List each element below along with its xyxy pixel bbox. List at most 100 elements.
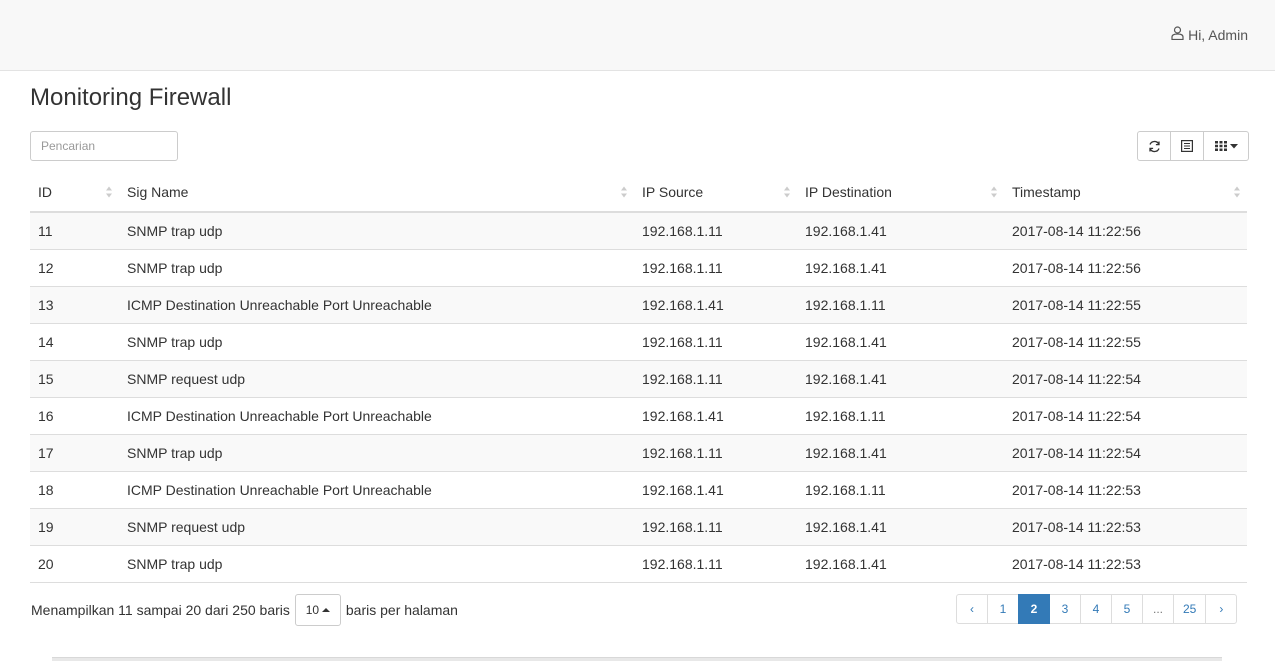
page-title: Monitoring Firewall (30, 84, 232, 111)
pagination-page[interactable]: 25 (1173, 594, 1207, 624)
user-greeting: Hi, Admin (1188, 26, 1248, 43)
firewall-table: ID Sig Name IP Source IP Destination Tim… (30, 172, 1247, 583)
cell-sig-name: SNMP request udp (119, 507, 634, 545)
sort-both-icon (991, 186, 997, 198)
cell-id: 14 (30, 322, 119, 360)
cell-ip-source: 192.168.1.41 (634, 470, 797, 508)
table-row[interactable]: 20 SNMP trap udp 192.168.1.11 192.168.1.41 2… (30, 544, 1247, 583)
table-row[interactable]: 13 ICMP Destination Unreachable Port Unre… (30, 285, 1247, 323)
column-header-id[interactable]: ID (30, 172, 119, 213)
cell-timestamp: 2017-08-14 11:22:54 (1004, 359, 1247, 397)
sort-both-icon (784, 186, 790, 198)
table-row[interactable]: 15 SNMP request udp 192.168.1.11 192.168.1.… (30, 359, 1247, 397)
table-row[interactable]: 16 ICMP Destination Unreachable Port Unre… (30, 396, 1247, 434)
cell-ip-destination: 192.168.1.11 (797, 285, 1004, 323)
cell-timestamp: 2017-08-14 11:22:55 (1004, 322, 1247, 360)
column-header-ip-destination[interactable]: IP Destination (797, 172, 1004, 213)
pagination-page-active[interactable]: 2 (1018, 594, 1050, 624)
cell-timestamp: 2017-08-14 11:22:53 (1004, 507, 1247, 545)
toggle-view-button[interactable] (1170, 131, 1204, 161)
cell-id: 20 (30, 544, 119, 583)
pagination: ‹ 1 2 3 4 5 ... 25 › (956, 594, 1238, 624)
table-row[interactable]: 11 SNMP trap udp 192.168.1.11 192.168.1.41 2… (30, 211, 1247, 249)
cell-sig-name: ICMP Destination Unreachable Port Unreac… (119, 470, 634, 508)
cell-sig-name: ICMP Destination Unreachable Port Unreac… (119, 285, 634, 323)
column-header-sig-name[interactable]: Sig Name (119, 172, 634, 213)
cell-timestamp: 2017-08-14 11:22:56 (1004, 248, 1247, 286)
table-row[interactable]: 18 ICMP Destination Unreachable Port Unre… (30, 470, 1247, 508)
pagination-page[interactable]: 1 (987, 594, 1019, 624)
page-size-value: 10 (305, 603, 320, 617)
column-header-timestamp[interactable]: Timestamp (1004, 172, 1247, 213)
cell-sig-name: SNMP request udp (119, 359, 634, 397)
cell-ip-destination: 192.168.1.11 (797, 470, 1004, 508)
refresh-icon (1148, 140, 1160, 152)
column-header-ip-source[interactable]: IP Source (634, 172, 797, 213)
cell-ip-destination: 192.168.1.11 (797, 396, 1004, 434)
table-header-row: ID Sig Name IP Source IP Destination Tim… (30, 172, 1247, 213)
cell-timestamp: 2017-08-14 11:22:55 (1004, 285, 1247, 323)
cell-timestamp: 2017-08-14 11:22:54 (1004, 396, 1247, 434)
cell-timestamp: 2017-08-14 11:22:56 (1004, 211, 1247, 249)
sort-both-icon (1234, 186, 1240, 198)
cell-ip-source: 192.168.1.11 (634, 359, 797, 397)
refresh-button[interactable] (1137, 131, 1171, 161)
table-toolbar (1137, 131, 1249, 161)
cell-ip-source: 192.168.1.11 (634, 211, 797, 249)
page-size-dropdown[interactable]: 10 (294, 594, 341, 626)
cell-id: 18 (30, 470, 119, 508)
cell-id: 11 (30, 211, 119, 249)
pagination-summary: Menampilkan 11 sampai 20 dari 250 baris (31, 602, 290, 618)
cell-sig-name: ICMP Destination Unreachable Port Unreac… (119, 396, 634, 434)
pagination-page[interactable]: 3 (1049, 594, 1081, 624)
pagination-next[interactable]: › (1205, 594, 1238, 624)
sort-both-icon (106, 186, 112, 198)
page-size-label: baris per halaman (345, 602, 458, 618)
bottom-divider (52, 657, 1222, 661)
user-menu-link[interactable]: Hi, Admin (1171, 26, 1248, 43)
cell-timestamp: 2017-08-14 11:22:54 (1004, 433, 1247, 471)
cell-ip-source: 192.168.1.11 (634, 544, 797, 583)
cell-sig-name: SNMP trap udp (119, 211, 634, 249)
columns-dropdown-button[interactable] (1203, 131, 1249, 161)
user-icon (1171, 26, 1184, 43)
cell-id: 12 (30, 248, 119, 286)
sort-both-icon (621, 186, 627, 198)
cell-ip-destination: 192.168.1.41 (797, 359, 1004, 397)
cell-id: 16 (30, 396, 119, 434)
chevron-down-icon (1229, 143, 1238, 148)
pagination-info: Menampilkan 11 sampai 20 dari 250 baris … (31, 594, 458, 626)
pagination-page[interactable]: 5 (1111, 594, 1143, 624)
table-row[interactable]: 19 SNMP request udp 192.168.1.11 192.168.1.… (30, 507, 1247, 545)
table-row[interactable]: 12 SNMP trap udp 192.168.1.11 192.168.1.41 2… (30, 248, 1247, 286)
cell-sig-name: SNMP trap udp (119, 322, 634, 360)
cell-ip-destination: 192.168.1.41 (797, 507, 1004, 545)
cell-ip-source: 192.168.1.11 (634, 507, 797, 545)
cell-sig-name: SNMP trap udp (119, 433, 634, 471)
cell-id: 17 (30, 433, 119, 471)
table-row[interactable]: 17 SNMP trap udp 192.168.1.11 192.168.1.41 2… (30, 433, 1247, 471)
search-input[interactable] (30, 131, 178, 161)
cell-id: 13 (30, 285, 119, 323)
cell-ip-destination: 192.168.1.41 (797, 433, 1004, 471)
cell-ip-source: 192.168.1.41 (634, 396, 797, 434)
columns-grid-icon (1214, 141, 1227, 151)
cell-id: 19 (30, 507, 119, 545)
pagination-page[interactable]: 4 (1080, 594, 1112, 624)
cell-id: 15 (30, 359, 119, 397)
pagination-ellipsis[interactable]: ... (1142, 594, 1174, 624)
cell-sig-name: SNMP trap udp (119, 544, 634, 583)
top-navbar: Hi, Admin (0, 0, 1275, 71)
cell-ip-source: 192.168.1.11 (634, 248, 797, 286)
cell-ip-destination: 192.168.1.41 (797, 248, 1004, 286)
cell-ip-source: 192.168.1.41 (634, 285, 797, 323)
cell-ip-source: 192.168.1.11 (634, 322, 797, 360)
cell-ip-destination: 192.168.1.41 (797, 211, 1004, 249)
cell-sig-name: SNMP trap udp (119, 248, 634, 286)
cell-timestamp: 2017-08-14 11:22:53 (1004, 544, 1247, 583)
table-row[interactable]: 14 SNMP trap udp 192.168.1.11 192.168.1.41 2… (30, 322, 1247, 360)
pagination-prev[interactable]: ‹ (956, 594, 988, 624)
caret-up-icon (322, 608, 331, 612)
list-view-icon (1181, 140, 1193, 152)
cell-ip-destination: 192.168.1.41 (797, 322, 1004, 360)
